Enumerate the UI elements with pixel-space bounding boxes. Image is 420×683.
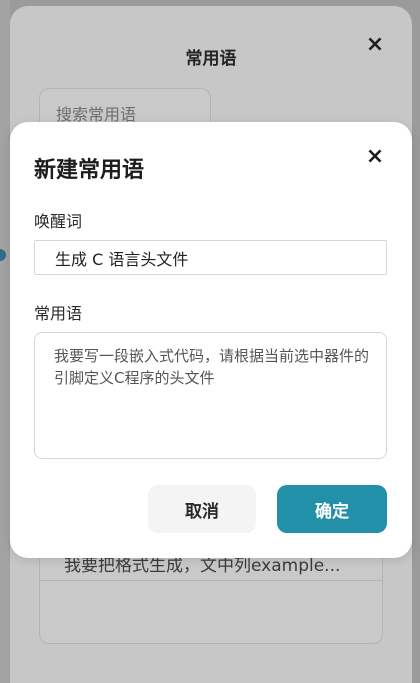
- wake-word-input[interactable]: [34, 240, 387, 275]
- phrases-dialog-title: 常用语: [185, 49, 237, 69]
- confirm-button[interactable]: 确定: [277, 485, 387, 533]
- wake-word-label: 唤醒词: [34, 212, 83, 231]
- dialog-title: 新建常用语: [34, 158, 145, 183]
- close-icon[interactable]: ×: [364, 146, 386, 168]
- close-icon[interactable]: ×: [364, 34, 386, 56]
- cancel-button[interactable]: 取消: [148, 485, 256, 533]
- phrase-label: 常用语: [34, 304, 83, 323]
- new-phrase-dialog: 新建常用语 × 唤醒词 常用语 我要写一段嵌入式代码，请根据当前选中器件的引脚定…: [10, 122, 412, 558]
- background-page: [0, 0, 10, 683]
- phrase-textarea[interactable]: 我要写一段嵌入式代码，请根据当前选中器件的引脚定义C程序的头文件: [34, 332, 387, 459]
